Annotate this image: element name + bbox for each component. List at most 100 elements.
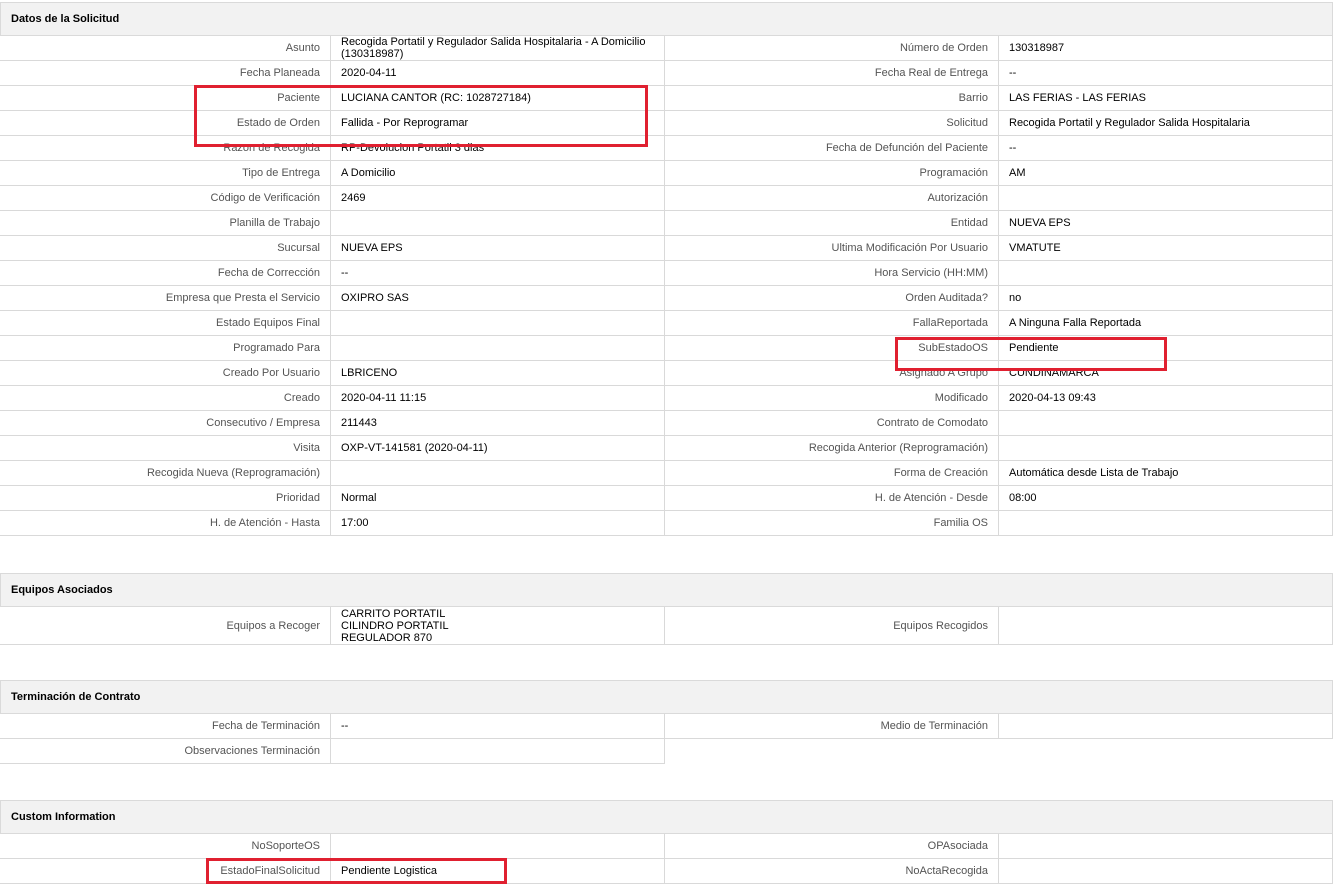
table-row: Fecha de Corrección -- Hora Servicio (HH:… — [0, 261, 1333, 286]
table-row: Creado Por Usuario LBRICENO Asignado A Gru… — [0, 361, 1333, 386]
field-label: Hora Servicio (HH:MM) — [665, 261, 999, 286]
field-label: Barrio — [665, 86, 999, 111]
field-label: H. de Atención - Hasta — [0, 511, 331, 536]
field-value: 2020-04-13 09:43 — [999, 386, 1333, 411]
field-value — [999, 859, 1333, 884]
section-title: Datos de la Solicitud — [0, 2, 1333, 36]
field-value: 211443 — [331, 411, 665, 436]
section-equipos-asociados: Equipos Asociados Equipos a Recoger CARR… — [0, 573, 1333, 645]
field-value — [999, 261, 1333, 286]
field-value: no — [999, 286, 1333, 311]
section-terminacion-contrato: Terminación de Contrato Fecha de Termina… — [0, 680, 1333, 764]
field-label: Código de Verificación — [0, 186, 331, 211]
section-title: Equipos Asociados — [0, 573, 1333, 607]
table-row: Tipo de Entrega A Domicilio Programación AM — [0, 161, 1333, 186]
field-value: LUCIANA CANTOR (RC: 1028727184) — [331, 86, 665, 111]
field-value: Fallida - Por Reprogramar — [331, 111, 665, 136]
field-value — [999, 714, 1333, 739]
table-row: Fecha Planeada 2020-04-11 Fecha Real de E… — [0, 61, 1333, 86]
table-row: Visita OXP-VT-141581 (2020-04-11) Recogida… — [0, 436, 1333, 461]
field-label: Programado Para — [0, 336, 331, 361]
table-row: Programado Para SubEstadoOS Pendiente — [0, 336, 1333, 361]
field-label: Prioridad — [0, 486, 331, 511]
table-row: Observaciones Terminación — [0, 739, 1333, 764]
field-value: 17:00 — [331, 511, 665, 536]
table-row: Prioridad Normal H. de Atención - Desde 08:… — [0, 486, 1333, 511]
table-row: EstadoFinalSolicitud Pendiente Logistica… — [0, 859, 1333, 884]
field-value: 08:00 — [999, 486, 1333, 511]
field-label: Sucursal — [0, 236, 331, 261]
field-label: Recogida Nueva (Reprogramación) — [0, 461, 331, 486]
field-value: CUNDINAMARCA — [999, 361, 1333, 386]
field-label: H. de Atención - Desde — [665, 486, 999, 511]
field-value: OXIPRO SAS — [331, 286, 665, 311]
field-value: LAS FERIAS - LAS FERIAS — [999, 86, 1333, 111]
field-value: 130318987 — [999, 36, 1333, 61]
field-value — [331, 336, 665, 361]
field-label: Observaciones Terminación — [0, 739, 331, 764]
field-label: NoSoporteOS — [0, 834, 331, 859]
field-label: Fecha de Corrección — [0, 261, 331, 286]
field-label: Autorización — [665, 186, 999, 211]
section-custom-information: Custom Information NoSoporteOS OPAsociad… — [0, 800, 1333, 884]
field-value: 2020-04-11 11:15 — [331, 386, 665, 411]
field-label: Medio de Terminación — [665, 714, 999, 739]
field-label: Razon de Recogida — [0, 136, 331, 161]
table-row: Estado Equipos Final FallaReportada A Ning… — [0, 311, 1333, 336]
field-label: Solicitud — [665, 111, 999, 136]
field-value: Recogida Portatil y Regulador Salida Hos… — [999, 111, 1333, 136]
field-value — [999, 607, 1333, 645]
table-row: H. de Atención - Hasta 17:00 Familia OS — [0, 511, 1333, 536]
field-label: EstadoFinalSolicitud — [0, 859, 331, 884]
field-label: Número de Orden — [665, 36, 999, 61]
field-value — [331, 739, 665, 764]
field-label: Empresa que Presta el Servicio — [0, 286, 331, 311]
field-value: 2020-04-11 — [331, 61, 665, 86]
field-label: Contrato de Comodato — [665, 411, 999, 436]
table-row: Paciente LUCIANA CANTOR (RC: 1028727184) B… — [0, 86, 1333, 111]
field-label: OPAsociada — [665, 834, 999, 859]
field-value: AM — [999, 161, 1333, 186]
field-value — [999, 186, 1333, 211]
field-label: Ultima Modificación Por Usuario — [665, 236, 999, 261]
field-value: VMATUTE — [999, 236, 1333, 261]
table-row: Equipos a Recoger CARRITO PORTATIL CILIN… — [0, 607, 1333, 645]
table-row: Asunto Recogida Portatil y Regulador Sali… — [0, 36, 1333, 61]
table-row: NoSoporteOS OPAsociada — [0, 834, 1333, 859]
field-label: Orden Auditada? — [665, 286, 999, 311]
field-label: Equipos Recogidos — [665, 607, 999, 645]
field-value: RP-Devolucion Portatil 3 dias — [331, 136, 665, 161]
table-row: Fecha de Terminación -- Medio de Termina… — [0, 714, 1333, 739]
field-value — [999, 511, 1333, 536]
field-label: Tipo de Entrega — [0, 161, 331, 186]
field-value — [999, 436, 1333, 461]
field-value: A Domicilio — [331, 161, 665, 186]
field-value — [331, 311, 665, 336]
field-label: Estado Equipos Final — [0, 311, 331, 336]
field-value: Pendiente Logistica — [331, 859, 665, 884]
table-row: Recogida Nueva (Reprogramación) Forma de … — [0, 461, 1333, 486]
field-value: NUEVA EPS — [999, 211, 1333, 236]
field-label: Planilla de Trabajo — [0, 211, 331, 236]
table-row: Sucursal NUEVA EPS Ultima Modificación Por… — [0, 236, 1333, 261]
field-label: Creado — [0, 386, 331, 411]
field-value: -- — [331, 261, 665, 286]
field-label: Paciente — [0, 86, 331, 111]
field-label: Fecha Real de Entrega — [665, 61, 999, 86]
section-datos-solicitud: Datos de la Solicitud Asunto Recogida Por… — [0, 2, 1333, 536]
field-label: SubEstadoOS — [665, 336, 999, 361]
section-title: Custom Information — [0, 800, 1333, 834]
field-value: -- — [999, 136, 1333, 161]
field-label: Recogida Anterior (Reprogramación) — [665, 436, 999, 461]
field-label: Fecha Planeada — [0, 61, 331, 86]
field-value — [331, 461, 665, 486]
field-label: Asunto — [0, 36, 331, 61]
field-label: Equipos a Recoger — [0, 607, 331, 645]
table-row: Empresa que Presta el Servicio OXIPRO SAS… — [0, 286, 1333, 311]
field-value — [331, 834, 665, 859]
field-label: Consecutivo / Empresa — [0, 411, 331, 436]
field-value: CARRITO PORTATIL CILINDRO PORTATIL REGUL… — [331, 607, 665, 645]
field-value: LBRICENO — [331, 361, 665, 386]
table-row: Consecutivo / Empresa 211443 Contrato de C… — [0, 411, 1333, 436]
field-value: OXP-VT-141581 (2020-04-11) — [331, 436, 665, 461]
